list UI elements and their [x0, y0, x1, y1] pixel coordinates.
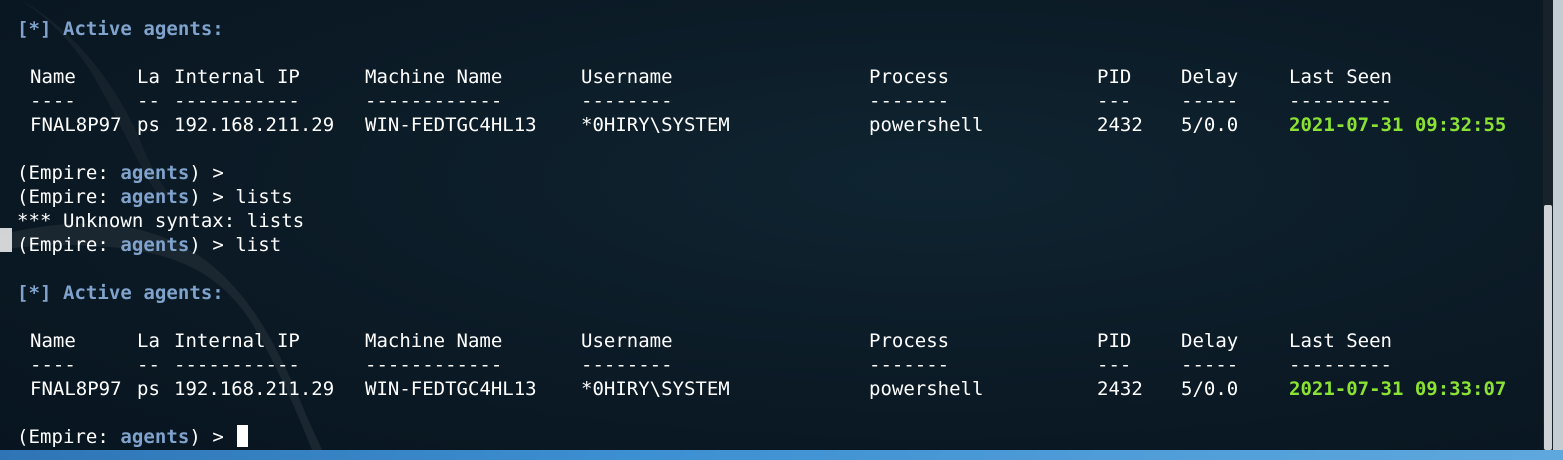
- separator: ------------: [365, 354, 503, 376]
- col-header-machine-name: Machine Name: [365, 66, 503, 88]
- separator: --: [137, 354, 160, 376]
- prompt-prefix: (Empire:: [17, 186, 121, 208]
- agent-name: FNAL8P97: [30, 378, 122, 400]
- agent-username: *0HIRY\SYSTEM: [581, 114, 730, 136]
- col-header-last-seen: Last Seen: [1289, 66, 1392, 88]
- agent-last-seen: 2021-07-31 09:33:07: [1289, 378, 1507, 400]
- prompt-prefix: (Empire:: [17, 426, 121, 448]
- agent-pid: 2432: [1097, 114, 1143, 136]
- prompt-prefix: (Empire:: [17, 162, 121, 184]
- active-agents-header: [*] Active agents:: [17, 18, 224, 40]
- separator: -----------: [174, 90, 300, 112]
- agent-delay: 5/0.0: [1181, 114, 1239, 136]
- prompt-context: agents: [120, 186, 190, 208]
- col-header-la: La: [137, 66, 160, 88]
- separator: ----: [30, 90, 76, 112]
- col-header-la: La: [137, 330, 160, 352]
- prompt-suffix: ) >: [189, 234, 236, 256]
- active-agents-header: [*] Active agents:: [17, 282, 224, 304]
- agent-username: *0HIRY\SYSTEM: [581, 378, 730, 400]
- agent-internal-ip: 192.168.211.29: [174, 114, 335, 136]
- vertical-scrollbar[interactable]: [1543, 0, 1553, 450]
- separator: --------: [581, 354, 673, 376]
- agent-process: powershell: [869, 114, 984, 136]
- prompt-context: agents: [120, 162, 190, 184]
- separator: --: [137, 90, 160, 112]
- separator: -------: [869, 90, 950, 112]
- desktop-background-strip: [0, 450, 1563, 460]
- prompt-suffix: ) >: [189, 162, 236, 184]
- separator: ---: [1097, 90, 1132, 112]
- prompt-suffix: ) >: [189, 186, 236, 208]
- current-prompt[interactable]: (Empire: agents) >: [17, 425, 249, 449]
- separator: --------: [581, 90, 673, 112]
- separator: ------------: [365, 90, 503, 112]
- separator: -----: [1181, 90, 1239, 112]
- separator: -----------: [174, 354, 300, 376]
- agent-delay: 5/0.0: [1181, 378, 1239, 400]
- col-header-machine-name: Machine Name: [365, 330, 503, 352]
- separator: ---------: [1289, 90, 1392, 112]
- prompt-context: agents: [120, 426, 190, 448]
- prompt-line: (Empire: agents) >: [17, 161, 235, 185]
- col-header-internal-ip: Internal IP: [174, 330, 300, 352]
- agent-machine-name: WIN-FEDTGC4HL13: [365, 114, 537, 136]
- agent-language: ps: [137, 114, 160, 136]
- agent-last-seen: 2021-07-31 09:32:55: [1289, 114, 1507, 136]
- agent-internal-ip: 192.168.211.29: [174, 378, 335, 400]
- separator: ----: [30, 354, 76, 376]
- command-text: lists: [235, 186, 293, 208]
- prompt-line: (Empire: agents) > lists: [17, 185, 293, 209]
- agent-name: FNAL8P97: [30, 114, 122, 136]
- col-header-username: Username: [581, 330, 673, 352]
- separator: -------: [869, 354, 950, 376]
- col-header-process: Process: [869, 66, 950, 88]
- col-header-pid: PID: [1097, 330, 1132, 352]
- col-header-internal-ip: Internal IP: [174, 66, 300, 88]
- command-text: list: [235, 234, 282, 256]
- prompt-suffix: ) >: [189, 426, 236, 448]
- text-cursor: [237, 425, 249, 447]
- col-header-name: Name: [30, 66, 76, 88]
- prompt-prefix: (Empire:: [17, 234, 121, 256]
- col-header-pid: PID: [1097, 66, 1132, 88]
- error-output: *** Unknown syntax: lists: [17, 210, 305, 232]
- separator: ---------: [1289, 354, 1392, 376]
- agent-process: powershell: [869, 378, 984, 400]
- agent-language: ps: [137, 378, 160, 400]
- window-edge: [1553, 0, 1563, 460]
- col-header-process: Process: [869, 330, 950, 352]
- separator: ---: [1097, 354, 1132, 376]
- terminal-window[interactable]: [*] Active agents: Name La Internal IP M…: [0, 0, 1553, 450]
- col-header-delay: Delay: [1181, 330, 1239, 352]
- col-header-name: Name: [30, 330, 76, 352]
- prompt-context: agents: [120, 234, 190, 256]
- col-header-username: Username: [581, 66, 673, 88]
- separator: -----: [1181, 354, 1239, 376]
- scrollbar-thumb[interactable]: [1544, 205, 1552, 450]
- col-header-last-seen: Last Seen: [1289, 330, 1392, 352]
- agent-pid: 2432: [1097, 378, 1143, 400]
- prompt-line: (Empire: agents) > list: [17, 233, 281, 257]
- agent-machine-name: WIN-FEDTGC4HL13: [365, 378, 537, 400]
- col-header-delay: Delay: [1181, 66, 1239, 88]
